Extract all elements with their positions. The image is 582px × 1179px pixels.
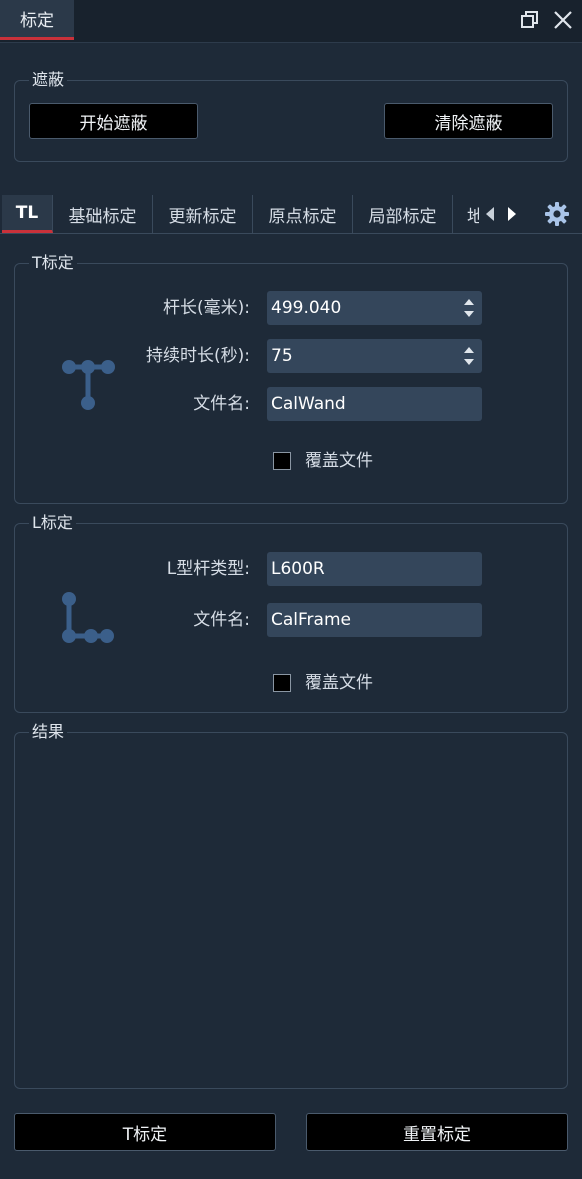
- close-icon[interactable]: [552, 9, 574, 31]
- spin-arrows-icon[interactable]: [462, 295, 476, 321]
- tab-basic-calibration[interactable]: 基础标定: [53, 195, 153, 233]
- triangle-left-icon[interactable]: [483, 204, 497, 224]
- l-type-label: L型杆类型:: [166, 559, 250, 579]
- t-overwrite-label: 覆盖文件: [305, 451, 373, 471]
- clear-mask-button[interactable]: 清除遮蔽: [384, 103, 553, 139]
- t-calibrate-button[interactable]: T标定: [14, 1113, 276, 1151]
- gear-icon[interactable]: [544, 201, 570, 227]
- tab-local-calibration[interactable]: 局部标定: [353, 195, 453, 233]
- calibration-tabs: TL 基础标定 更新标定 原点标定 局部标定 地: [0, 195, 582, 234]
- wand-length-spinbox[interactable]: 499.040: [267, 291, 482, 325]
- results-label: 结果: [29, 721, 68, 743]
- t-filename-label: 文件名:: [193, 394, 250, 414]
- wand-length-label: 杆长(毫米):: [163, 298, 250, 318]
- l-filename-input[interactable]: CalFrame: [267, 603, 482, 637]
- start-mask-button[interactable]: 开始遮蔽: [29, 103, 198, 139]
- tab-origin-calibration[interactable]: 原点标定: [253, 195, 353, 233]
- title-bar: 标定: [0, 0, 582, 43]
- l-calibration-label: L标定: [29, 512, 76, 534]
- l-type-field[interactable]: L600R: [267, 552, 482, 586]
- tab-more[interactable]: 地: [453, 195, 479, 233]
- t-calibration-label: T标定: [29, 252, 77, 274]
- restore-window-icon[interactable]: [519, 9, 541, 31]
- l-overwrite-label: 覆盖文件: [305, 673, 373, 693]
- duration-label: 持续时长(秒):: [146, 346, 250, 366]
- wand-length-value: 499.040: [271, 298, 342, 318]
- l-overwrite-checkbox[interactable]: [273, 674, 291, 692]
- window-title-tab[interactable]: 标定: [0, 0, 74, 40]
- duration-spinbox[interactable]: 75: [267, 339, 482, 373]
- tab-tl[interactable]: TL: [2, 195, 53, 233]
- tab-update-calibration[interactable]: 更新标定: [153, 195, 253, 233]
- results-group: 结果: [14, 721, 568, 1089]
- duration-value: 75: [271, 346, 293, 366]
- t-filename-input[interactable]: CalWand: [267, 387, 482, 421]
- spin-arrows-icon[interactable]: [462, 343, 476, 369]
- mask-group-label: 遮蔽: [29, 69, 68, 91]
- l-filename-label: 文件名:: [193, 610, 250, 630]
- t-overwrite-checkbox[interactable]: [273, 452, 291, 470]
- triangle-right-icon[interactable]: [505, 204, 519, 224]
- reset-calibration-button[interactable]: 重置标定: [306, 1113, 568, 1151]
